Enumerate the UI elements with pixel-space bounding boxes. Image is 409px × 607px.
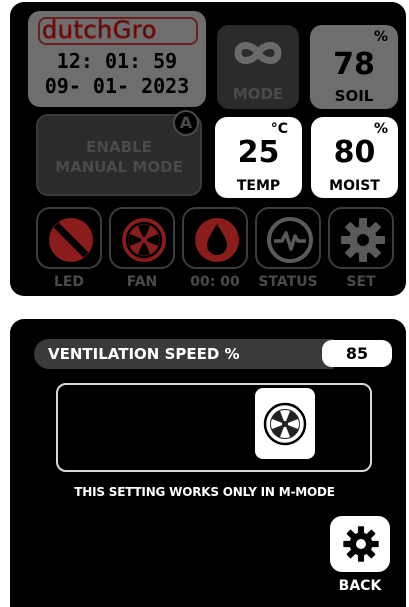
brand-part2: Gro <box>112 16 157 45</box>
temp-value: 25 <box>237 135 280 170</box>
soil-label: SOIL <box>334 87 374 105</box>
settings-button[interactable] <box>328 207 394 269</box>
led-label: LED <box>53 274 85 290</box>
auto-mode-badge: A <box>173 110 199 136</box>
settings-label: SET <box>346 274 376 290</box>
clock-date: 09- 01- 2023 <box>44 74 190 98</box>
temp-label: TEMP <box>236 178 281 194</box>
moist-tile: % 80 MOIST <box>311 117 398 198</box>
status-button[interactable] <box>255 207 321 269</box>
soil-unit: % <box>373 29 388 45</box>
infinity-icon <box>234 42 282 64</box>
moist-label: MOIST <box>329 178 380 194</box>
manual-mode-text: ENABLE MANUAL MODE <box>38 137 200 177</box>
soil-value: 78 <box>333 47 375 82</box>
led-off-icon <box>49 218 93 262</box>
brand-part1: dutch <box>42 16 113 45</box>
manual-mode-line1: ENABLE <box>86 138 152 156</box>
back-label: BACK <box>338 578 382 594</box>
status-label: STATUS <box>258 274 318 290</box>
pulse-icon <box>267 217 313 263</box>
clock-tile: dutchGro 12: 01: 59 09- 01- 2023 <box>28 11 206 107</box>
manual-mode-line2: MANUAL MODE <box>55 158 183 176</box>
gear-icon <box>343 526 379 562</box>
temp-tile: °C 25 TEMP <box>215 117 302 198</box>
back-button[interactable] <box>330 516 390 572</box>
brand-logo: dutchGro <box>42 16 157 45</box>
clock-time: 12: 01: 59 <box>56 49 178 73</box>
ventilation-slider-track[interactable] <box>56 383 372 472</box>
led-button[interactable] <box>36 207 102 269</box>
water-timer-button[interactable] <box>182 207 248 269</box>
water-timer-label: 00: 00 <box>190 274 240 290</box>
mode-button[interactable]: MODE <box>217 25 299 109</box>
fan-button[interactable] <box>109 207 175 269</box>
soil-tile: % 78 SOIL <box>310 25 398 109</box>
fan-icon <box>122 218 166 262</box>
moist-value: 80 <box>333 135 376 170</box>
mode-label: MODE <box>232 85 284 103</box>
gear-icon <box>341 218 385 262</box>
fan-label: FAN <box>126 274 158 290</box>
ventilation-value: 85 <box>322 340 392 367</box>
mode-note: THIS SETTING WORKS ONLY IN M-MODE <box>74 485 335 499</box>
fan-icon <box>263 402 307 446</box>
ventilation-label: VENTILATION SPEED % <box>48 345 240 363</box>
water-drop-icon <box>195 218 239 262</box>
ventilation-slider-handle[interactable] <box>255 388 315 459</box>
